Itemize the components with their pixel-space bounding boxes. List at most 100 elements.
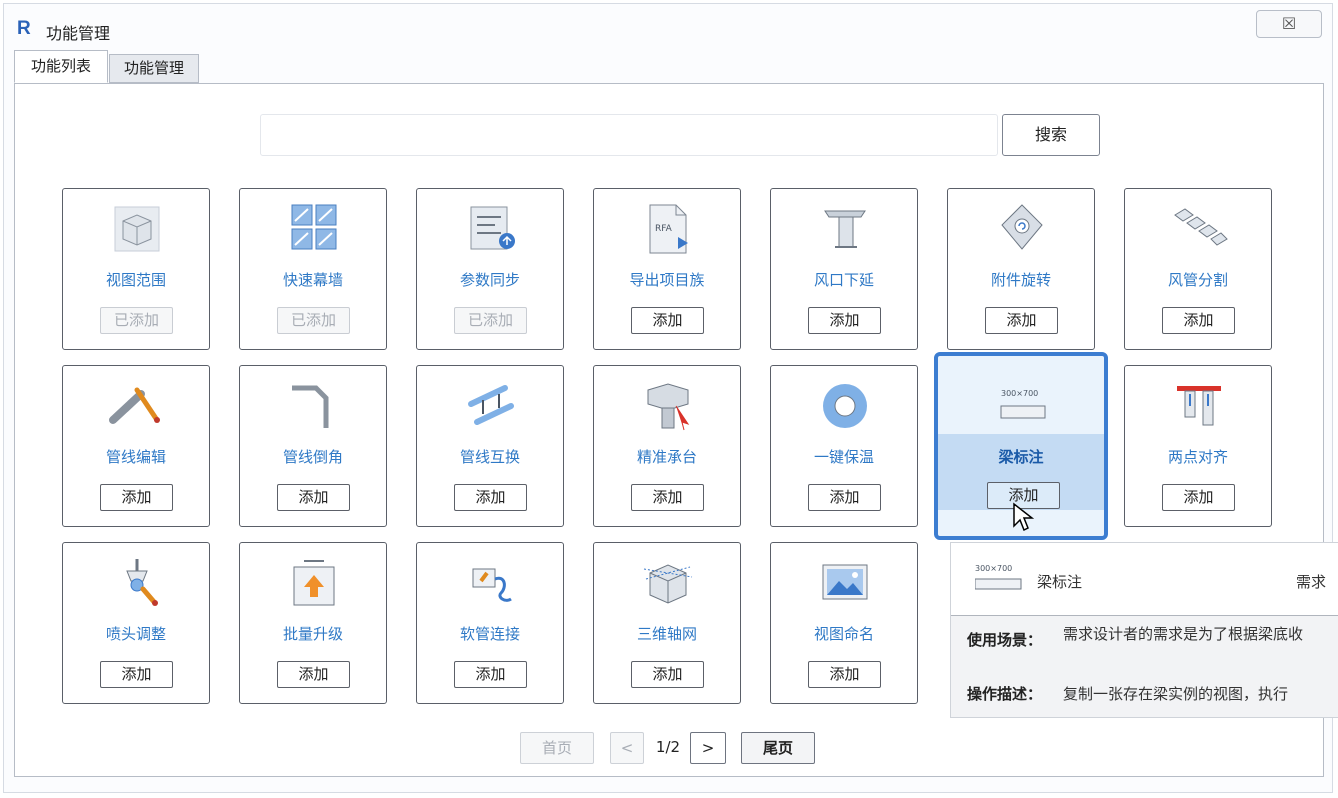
add-button[interactable]: 添加: [631, 484, 704, 511]
revit-logo-icon: R: [17, 18, 31, 39]
operation-text: 复制一张存在梁实例的视图，执行: [1063, 685, 1289, 703]
card-label: 快速幕墙: [282, 271, 343, 289]
added-button[interactable]: 已添加: [277, 307, 350, 334]
add-button[interactable]: 添加: [1162, 484, 1235, 511]
tab-function-list[interactable]: 功能列表: [14, 50, 108, 83]
add-button[interactable]: 添加: [454, 484, 527, 511]
card-param-sync[interactable]: 参数同步 已添加: [416, 188, 564, 350]
operation-label: 操作描述：: [967, 685, 1043, 703]
card-label: 管线互换: [459, 448, 520, 466]
last-page-button[interactable]: 尾页: [741, 732, 815, 764]
card-label: 参数同步: [459, 271, 520, 289]
add-button[interactable]: 添加: [631, 307, 704, 334]
pipe-edit-icon: [107, 380, 167, 432]
close-button[interactable]: ☒: [1256, 10, 1322, 38]
first-page-button[interactable]: 首页: [520, 732, 594, 764]
add-button[interactable]: 添加: [808, 307, 881, 334]
card-label: 软管连接: [459, 625, 520, 643]
add-button[interactable]: 添加: [454, 661, 527, 688]
svg-text:300×700: 300×700: [1001, 389, 1038, 398]
card-label: 附件旋转: [990, 271, 1051, 289]
next-page-button[interactable]: >: [690, 732, 726, 764]
air-vent-extend-icon: [815, 203, 875, 255]
duct-split-icon: [1169, 203, 1229, 255]
scenario-label: 使用场景：: [967, 631, 1043, 649]
card-label: 导出项目族: [629, 271, 705, 289]
pipe-swap-icon: [461, 380, 521, 432]
view-naming-icon: [815, 557, 875, 609]
card-label: 三维轴网: [636, 625, 697, 643]
card-air-vent-extend[interactable]: 风口下延 添加: [770, 188, 918, 350]
card-label: 管线编辑: [105, 448, 166, 466]
card-label: 梁标注: [998, 448, 1044, 466]
card-batch-upgrade[interactable]: 批量升级 添加: [239, 542, 387, 704]
title-bar: R 功能管理 ☒: [4, 4, 1332, 52]
flex-pipe-icon: [461, 557, 521, 609]
curtain-wall-icon: [284, 203, 344, 255]
add-button[interactable]: 添加: [277, 484, 350, 511]
card-quick-curtain-wall[interactable]: 快速幕墙 已添加: [239, 188, 387, 350]
card-export-family[interactable]: RFA 导出项目族 添加: [593, 188, 741, 350]
pile-cap-icon: [638, 380, 698, 432]
add-button[interactable]: 添加: [631, 661, 704, 688]
card-3d-grid[interactable]: 三维轴网 添加: [593, 542, 741, 704]
added-button[interactable]: 已添加: [454, 307, 527, 334]
card-label: 精准承台: [636, 448, 697, 466]
card-insulation[interactable]: 一键保温 添加: [770, 365, 918, 527]
card-label: 批量升级: [282, 625, 343, 643]
beam-tag-thumbnail-icon: 300×700: [974, 561, 1025, 597]
add-button[interactable]: 添加: [277, 661, 350, 688]
card-label: 风口下延: [813, 271, 874, 289]
window-title: 功能管理: [46, 24, 111, 43]
insulation-icon: [815, 380, 875, 432]
card-duct-split[interactable]: 风管分割 添加: [1124, 188, 1272, 350]
tooltip-title: 梁标注: [1037, 573, 1083, 591]
card-two-point-align[interactable]: 两点对齐 添加: [1124, 365, 1272, 527]
3d-grid-icon: [638, 557, 698, 609]
tooltip-header-right-text: 需求: [1296, 573, 1327, 591]
card-label: 两点对齐: [1167, 448, 1228, 466]
card-label: 视图范围: [105, 271, 166, 289]
tab-function-management[interactable]: 功能管理: [109, 54, 199, 83]
add-button[interactable]: 添加: [100, 661, 173, 688]
sprinkler-adjust-icon: [107, 557, 167, 609]
card-view-range[interactable]: 视图范围 已添加: [62, 188, 210, 350]
prev-page-button[interactable]: <: [610, 732, 644, 764]
tooltip-header: 300×700 梁标注 需求: [951, 543, 1338, 616]
search-input[interactable]: [260, 114, 998, 156]
rfa-export-icon: RFA: [638, 203, 698, 255]
beam-tag-icon: 300×700: [993, 382, 1053, 434]
card-pipe-edit[interactable]: 管线编辑 添加: [62, 365, 210, 527]
card-label: 喷头调整: [105, 625, 166, 643]
pipe-chamfer-icon: [284, 380, 344, 432]
card-pipe-chamfer[interactable]: 管线倒角 添加: [239, 365, 387, 527]
card-pipe-swap[interactable]: 管线互换 添加: [416, 365, 564, 527]
scenario-text: 需求设计者的需求是为了根据梁底收: [1063, 625, 1304, 643]
card-label: 一键保温: [813, 448, 874, 466]
svg-text:RFA: RFA: [655, 224, 673, 234]
card-pile-cap[interactable]: 精准承台 添加: [593, 365, 741, 527]
feature-tooltip: 300×700 梁标注 需求 使用场景： 需求设计者的需求是为了根据梁底收 操作…: [950, 542, 1338, 718]
card-label: 视图命名: [813, 625, 874, 643]
added-button[interactable]: 已添加: [100, 307, 173, 334]
add-button[interactable]: 添加: [100, 484, 173, 511]
mouse-cursor-icon: [1013, 502, 1034, 532]
view-range-icon: [107, 203, 167, 255]
page-indicator: 1/2: [655, 738, 681, 756]
thumb-text: 300×700: [975, 564, 1012, 573]
param-sync-icon: [461, 203, 521, 255]
card-label: 风管分割: [1167, 271, 1228, 289]
fitting-rotate-icon: [992, 203, 1052, 255]
two-point-align-icon: [1169, 380, 1229, 432]
card-sprinkler-adjust[interactable]: 喷头调整 添加: [62, 542, 210, 704]
card-view-naming[interactable]: 视图命名 添加: [770, 542, 918, 704]
card-flex-pipe[interactable]: 软管连接 添加: [416, 542, 564, 704]
add-button[interactable]: 添加: [985, 307, 1058, 334]
search-button[interactable]: 搜索: [1002, 114, 1100, 156]
card-label: 管线倒角: [282, 448, 343, 466]
add-button[interactable]: 添加: [808, 661, 881, 688]
add-button[interactable]: 添加: [1162, 307, 1235, 334]
add-button[interactable]: 添加: [808, 484, 881, 511]
batch-upgrade-icon: [284, 557, 344, 609]
card-fitting-rotate[interactable]: 附件旋转 添加: [947, 188, 1095, 350]
